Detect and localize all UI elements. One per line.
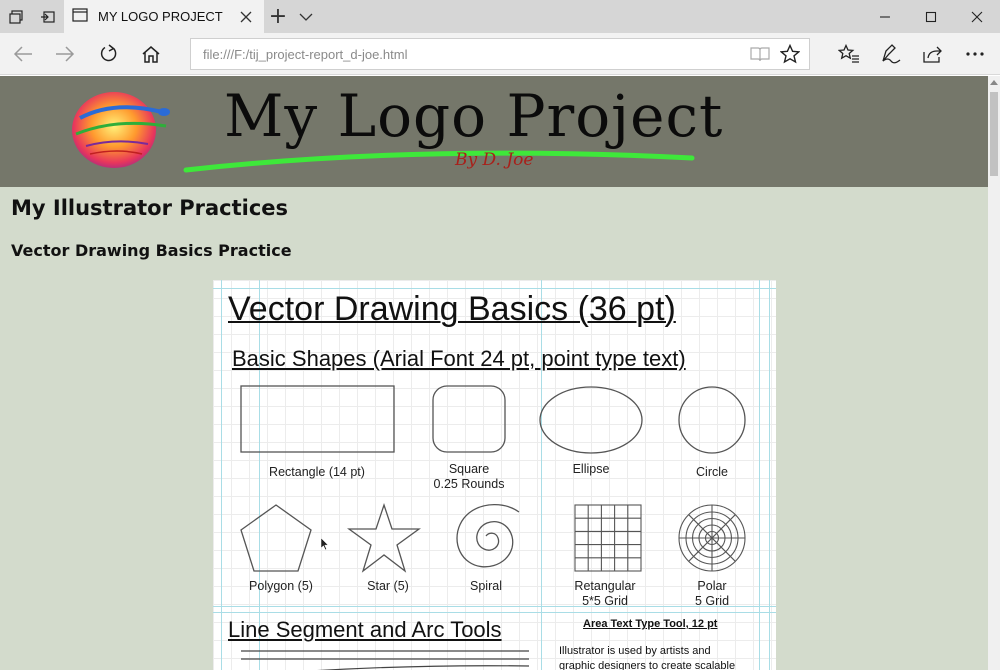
chevron-down-icon[interactable] [290,0,322,33]
area-text-title: Area Text Type Tool, 12 pt [583,618,718,630]
reading-view-icon[interactable] [745,39,775,69]
page-title: My Illustrator Practices [11,196,289,220]
rounded-square-shape [432,385,506,453]
shape-label-square-rounds: 0.25 Rounds [433,477,505,491]
navigation-bar: file:///F:/tij_project-report_d-joe.html [0,33,1000,75]
pen-icon[interactable] [874,37,908,71]
star-icon[interactable] [775,39,805,69]
forward-arrow-icon[interactable] [48,37,82,71]
logo-byline: By D. Joe [455,150,534,170]
pentagon-shape [240,504,312,572]
line-tools-title: Line Segment and Arc Tools [228,617,502,642]
tab-title: MY LOGO PROJECT [98,9,223,24]
close-icon[interactable] [234,5,258,29]
cursor-icon [320,537,329,551]
favorites-list-icon[interactable] [832,37,866,71]
shape-label-rectangular-grid: Retangular [574,579,636,593]
circle-shape [678,386,746,454]
rectangle-shape [240,385,395,453]
area-text-body: Illustrator is used by artists and graph… [559,645,736,670]
address-input[interactable]: file:///F:/tij_project-report_d-joe.html [203,47,745,62]
shape-label-polygon: Polygon (5) [249,579,313,593]
practice-sheet-image: Vector Drawing Basics (36 pt) Basic Shap… [213,280,776,670]
spiral-shape [456,503,520,568]
scroll-up-arrow-icon[interactable] [988,76,1000,88]
page-viewport: My Logo Project By D. Joe My Illustrator… [0,76,988,670]
header-banner: My Logo Project By D. Joe [0,76,988,187]
minimize-icon[interactable] [862,0,908,33]
active-tab[interactable]: MY LOGO PROJECT [64,0,264,33]
shape-label-star: Star (5) [367,579,409,593]
star-shape [347,502,421,573]
logo-title: My Logo Project [224,82,724,150]
home-icon[interactable] [134,37,168,71]
shape-label-spiral: Spiral [470,579,502,593]
rectangular-grid-shape [574,504,642,572]
shape-label-grid-size: 5*5 Grid [582,594,628,608]
tab-preview-icon[interactable] [0,0,32,33]
back-arrow-icon[interactable] [6,37,40,71]
shape-label-polar-grid: 5 Grid [694,594,730,608]
shape-label-rectangle: Rectangle (14 pt) [269,465,365,479]
polar-grid-shape [678,504,746,572]
shape-label-ellipse: Ellipse [572,462,610,476]
shape-label-polar: Polar [697,579,727,593]
address-bar[interactable]: file:///F:/tij_project-report_d-joe.html [190,38,810,70]
share-icon[interactable] [916,37,950,71]
ellipse-shape [539,386,643,454]
tab-bar: MY LOGO PROJECT + [0,0,1000,33]
more-icon[interactable] [958,37,992,71]
close-window-icon[interactable] [954,0,1000,33]
maximize-icon[interactable] [908,0,954,33]
shape-label-square: Square [448,462,490,476]
arc-segment [317,665,530,670]
vertical-scrollbar[interactable] [988,76,1000,670]
logo-badge-icon [72,92,170,168]
shape-label-circle: Circle [696,465,728,479]
tab-page-icon [72,7,88,26]
section-heading: Vector Drawing Basics Practice [11,241,292,260]
scrollbar-thumb[interactable] [990,92,998,176]
refresh-icon[interactable] [92,37,126,71]
set-aside-tabs-icon[interactable] [32,0,64,33]
